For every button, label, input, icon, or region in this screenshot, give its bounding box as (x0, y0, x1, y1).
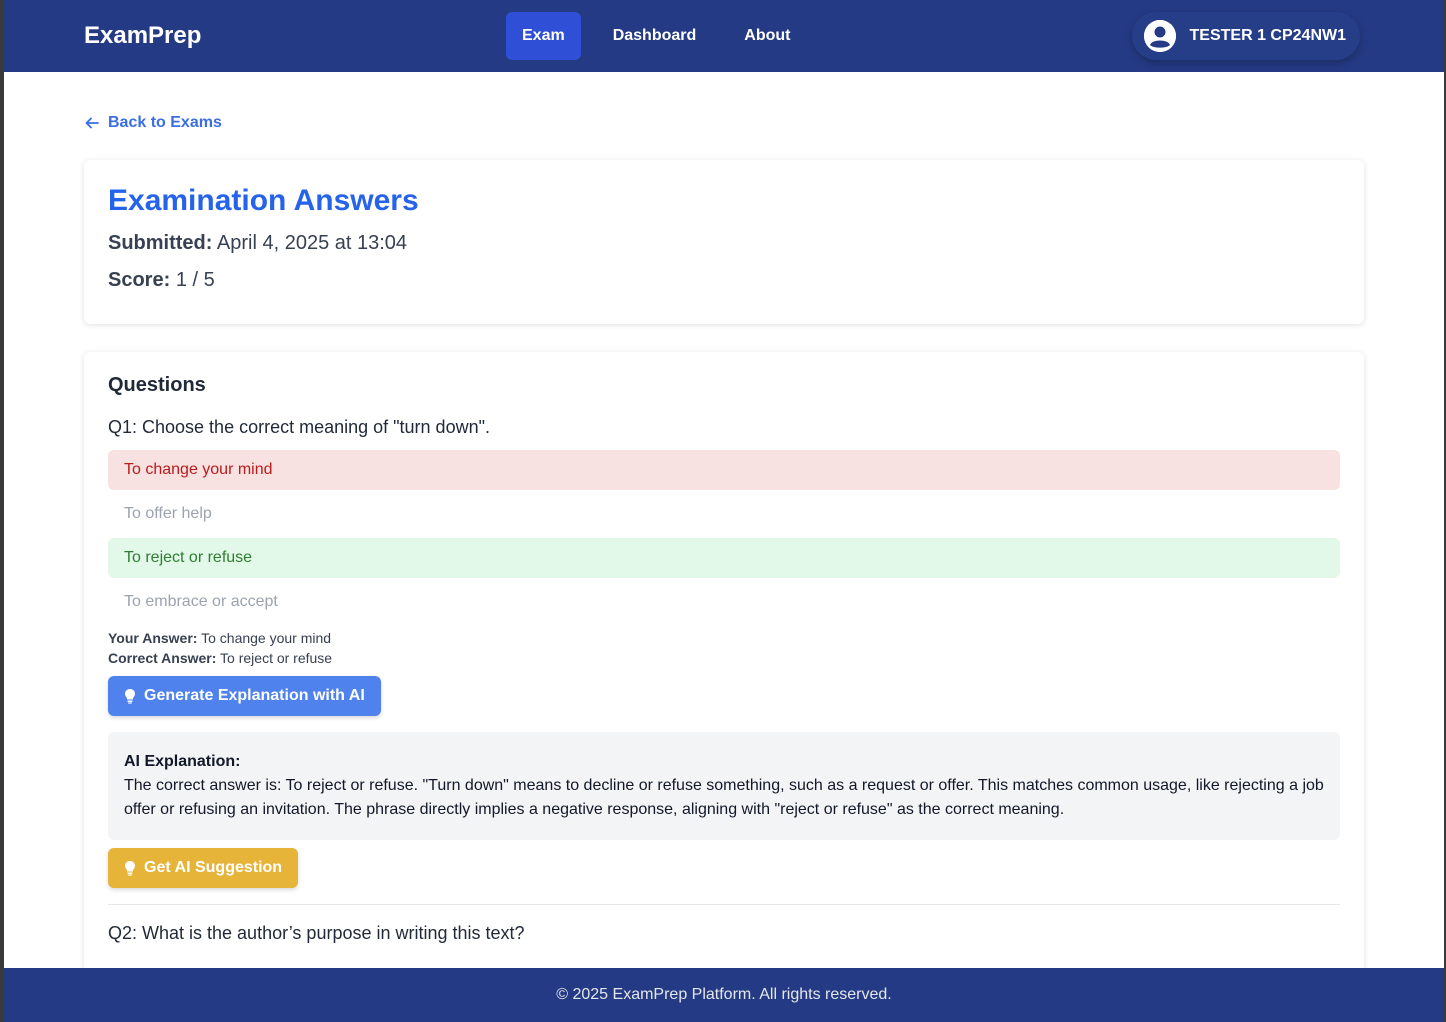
user-avatar-icon (1143, 20, 1176, 52)
correct-answer-line: Correct Answer: To reject or refuse (108, 648, 1340, 668)
exam-summary-card: Examination Answers Submitted: April 4, … (84, 160, 1364, 324)
score-value: 1 / 5 (175, 269, 215, 291)
top-navbar: ExamPrep Exam Dashboard About TESTER 1 C… (4, 0, 1444, 72)
arrow-left-icon (85, 117, 99, 129)
back-to-exams-link[interactable]: Back to Exams (84, 114, 222, 132)
app-frame: ExamPrep Exam Dashboard About TESTER 1 C… (0, 0, 1446, 1022)
answer-summary: Your Answer: To change your mind Correct… (108, 628, 1340, 668)
question-1-text: Q1: Choose the correct meaning of "turn … (108, 417, 490, 437)
page-title: Examination Answers (108, 184, 419, 217)
your-answer-label: Your Answer: (108, 630, 198, 646)
submitted-value: April 4, 2025 at 13:04 (216, 232, 408, 254)
back-link-label: Back to Exams (108, 114, 222, 131)
your-answer-line: Your Answer: To change your mind (108, 628, 1340, 648)
option-correct: To reject or refuse (108, 538, 1340, 578)
question-2-text: Q2: What is the author’s purpose in writ… (108, 923, 525, 943)
ai-explanation-text: The correct answer is: To reject or refu… (124, 777, 1324, 818)
correct-answer-label: Correct Answer: (108, 650, 217, 666)
option: To offer help (124, 505, 212, 522)
user-menu[interactable]: TESTER 1 CP24NW1 (1131, 12, 1360, 60)
get-ai-suggestion-button[interactable]: Get AI Suggestion (108, 848, 299, 888)
nav-about[interactable]: About (728, 12, 806, 60)
option-wrong-selected: To change your mind (108, 450, 1340, 490)
correct-answer-value: To reject or refuse (220, 650, 333, 666)
brand-logo[interactable]: ExamPrep (84, 22, 201, 50)
questions-heading: Questions (108, 374, 206, 396)
score-line: Score: 1 / 5 (108, 269, 1340, 292)
question-divider (108, 904, 1340, 905)
footer-text: © 2025 ExamPrep Platform. All rights res… (556, 986, 892, 1003)
ai-explanation-box: AI Explanation: The correct answer is: T… (108, 732, 1340, 840)
main-nav: Exam Dashboard About (506, 12, 806, 60)
submitted-line: Submitted: April 4, 2025 at 13:04 (108, 232, 1340, 255)
lightbulb-icon (125, 861, 135, 876)
page-footer: © 2025 ExamPrep Platform. All rights res… (4, 968, 1444, 1022)
nav-exam[interactable]: Exam (506, 12, 581, 60)
generate-explanation-label: Generate Explanation with AI (144, 687, 365, 704)
option: To embrace or accept (124, 593, 278, 610)
question-1-options: To change your mind To offer help To rej… (108, 450, 1340, 622)
ai-explanation-label: AI Explanation: (124, 753, 241, 770)
get-ai-suggestion-label: Get AI Suggestion (144, 859, 283, 876)
score-label: Score: (108, 269, 171, 291)
questions-card: Questions Q1: Choose the correct meaning… (84, 352, 1364, 1022)
generate-explanation-button[interactable]: Generate Explanation with AI (108, 676, 381, 716)
user-name: TESTER 1 CP24NW1 (1189, 27, 1346, 44)
nav-dashboard[interactable]: Dashboard (589, 12, 721, 60)
lightbulb-icon (125, 689, 135, 704)
submitted-label: Submitted: (108, 232, 213, 254)
your-answer-value: To change your mind (201, 630, 332, 646)
